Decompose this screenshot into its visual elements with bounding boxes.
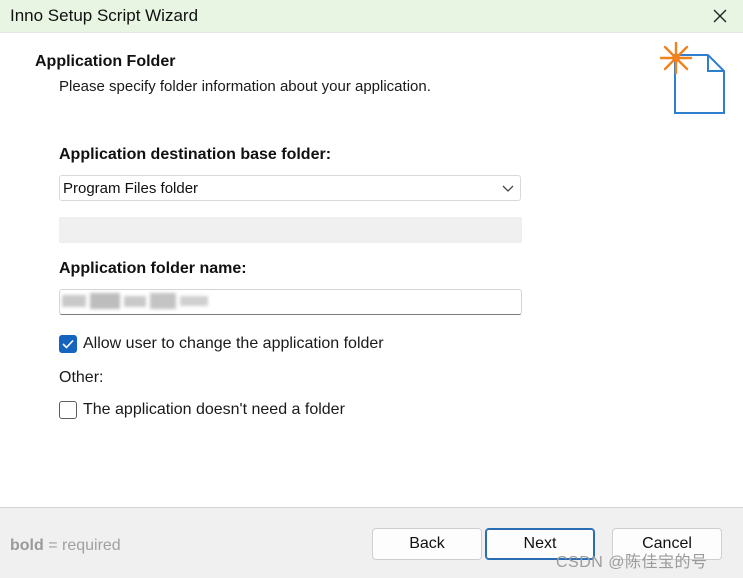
base-folder-select[interactable]: Program Files folder bbox=[59, 175, 521, 201]
no-folder-label: The application doesn't need a folder bbox=[83, 401, 345, 418]
page-subtitle: Please specify folder information about … bbox=[59, 78, 431, 95]
window-title: Inno Setup Script Wizard bbox=[10, 6, 199, 25]
allow-change-checkbox[interactable] bbox=[59, 335, 77, 353]
checkmark-icon bbox=[62, 339, 74, 349]
base-folder-label: Application destination base folder: bbox=[59, 146, 332, 163]
legend-text: = required bbox=[43, 537, 121, 554]
base-folder-selected: Program Files folder bbox=[63, 180, 199, 197]
allow-change-label: Allow user to change the application fol… bbox=[83, 335, 384, 352]
title-bar: Inno Setup Script Wizard bbox=[0, 0, 743, 33]
folder-name-label: Application folder name: bbox=[59, 260, 247, 277]
back-button[interactable]: Back bbox=[372, 528, 482, 560]
close-icon bbox=[713, 9, 727, 23]
no-folder-row[interactable]: The application doesn't need a folder bbox=[59, 400, 345, 420]
other-label: Other: bbox=[59, 369, 104, 386]
page-header: Application Folder Please specify folder… bbox=[0, 33, 743, 121]
wizard-document-icon bbox=[659, 41, 725, 114]
watermark: CSDN @陈佳宝的号 bbox=[556, 554, 708, 571]
wizard-window: Inno Setup Script Wizard Application Fol… bbox=[0, 0, 743, 578]
required-legend: bold = required bbox=[10, 537, 121, 555]
no-folder-checkbox[interactable] bbox=[59, 401, 77, 419]
legend-bold-word: bold bbox=[10, 537, 44, 554]
folder-name-input[interactable] bbox=[59, 289, 522, 315]
chevron-down-icon bbox=[502, 185, 514, 192]
button-bar: bold = required Back Next Cancel CSDN @陈… bbox=[0, 507, 743, 578]
page-title: Application Folder bbox=[35, 53, 176, 70]
custom-folder-field bbox=[59, 217, 522, 243]
close-button[interactable] bbox=[697, 0, 743, 32]
allow-change-row[interactable]: Allow user to change the application fol… bbox=[59, 334, 384, 354]
